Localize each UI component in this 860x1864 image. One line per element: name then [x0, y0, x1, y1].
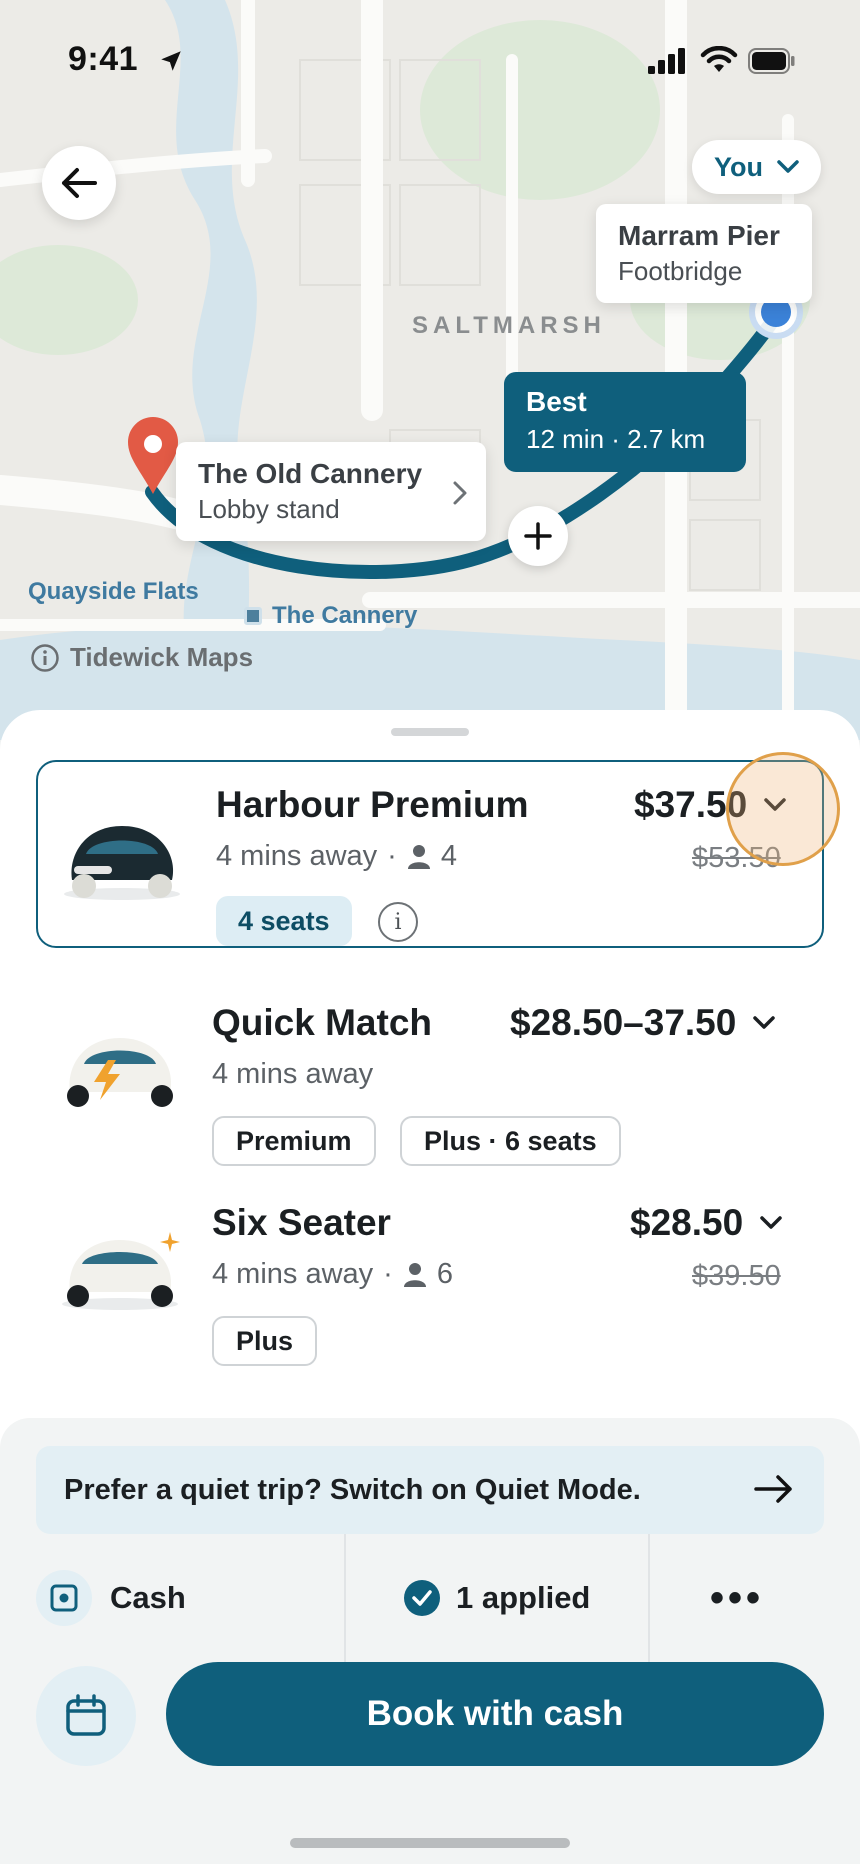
add-stop-button[interactable] — [508, 506, 568, 566]
schedule-ride-button[interactable] — [36, 1666, 136, 1766]
ride-price: $28.50 — [630, 1202, 744, 1243]
destination-detail: Footbridge — [618, 256, 743, 286]
ride-name: Quick Match — [212, 1002, 432, 1043]
ride-name: Harbour Premium — [216, 784, 529, 825]
payment-method-button[interactable]: Cash — [36, 1534, 186, 1662]
status-time: 9:41 — [68, 40, 139, 78]
place-label-quayside: Quayside Flats — [28, 578, 199, 605]
chevron-down-icon — [753, 1016, 776, 1029]
pickup-name: The Old Cannery — [198, 458, 423, 489]
ride-capacity: 4 — [440, 840, 457, 872]
map-attribution-text: Tidewick Maps — [70, 642, 254, 672]
ride-tag: 4 seats — [216, 896, 352, 946]
ride-tag: Premium — [212, 1116, 376, 1166]
ride-option-six-seater[interactable]: Six Seater 4 mins away · 6 $28.50 $39.50… — [36, 1200, 824, 1370]
arrow-left-icon — [62, 168, 97, 198]
tap-highlight — [726, 752, 840, 866]
book-button[interactable]: Book with cash — [166, 1662, 824, 1766]
ride-eta: 4 mins away — [212, 1258, 374, 1290]
ride-price-toggle[interactable]: $28.50–37.50 — [510, 1002, 776, 1044]
promo-button[interactable]: 1 applied — [404, 1534, 590, 1662]
destination-label[interactable]: Marram Pier Footbridge — [596, 204, 812, 303]
more-options-button[interactable]: ••• — [710, 1534, 764, 1662]
cash-icon — [36, 1570, 92, 1626]
chevron-right-icon — [453, 481, 467, 505]
rider-selector-label: You — [714, 151, 763, 182]
ride-price-toggle[interactable]: $28.50 — [630, 1202, 783, 1244]
premium-car-icon — [64, 826, 180, 900]
status-bar: 9:41 — [0, 0, 860, 120]
person-icon — [403, 1262, 426, 1287]
calendar-icon — [66, 1694, 106, 1736]
destination-name: Marram Pier — [618, 220, 780, 251]
pickup-label[interactable]: The Old Cannery Lobby stand — [176, 442, 486, 541]
check-circle-icon — [404, 1580, 440, 1616]
ride-info-icon[interactable]: i — [378, 902, 418, 942]
payment-options-row: Cash 1 applied ••• — [0, 1534, 860, 1662]
ride-eta: 4 mins away — [216, 840, 378, 872]
divider — [344, 1534, 346, 1662]
ride-tag: Plus — [212, 1316, 318, 1366]
sheet-grabber[interactable] — [391, 728, 469, 736]
rider-selector[interactable]: You — [692, 140, 821, 194]
separator-dot: · — [387, 840, 397, 872]
ride-option-harbour-premium[interactable]: Harbour Premium 4 mins away · 4 $37.50 $… — [36, 760, 824, 948]
quiet-mode-text: Prefer a quiet trip? Switch on Quiet Mod… — [64, 1473, 641, 1506]
more-icon: ••• — [710, 1575, 765, 1620]
ride-name: Six Seater — [212, 1202, 391, 1243]
ride-capacity: 6 — [436, 1258, 453, 1290]
transit-stop-icon — [244, 607, 262, 625]
home-indicator — [290, 1838, 570, 1848]
electric-car-icon — [67, 1038, 173, 1107]
district-label: SALTMARSH — [412, 312, 606, 339]
ride-eta-text: 4 mins away — [212, 1058, 374, 1090]
cannery-stop-label: The Cannery — [272, 602, 418, 629]
plus-icon — [524, 522, 552, 550]
map-view[interactable]: 9:41 You Marram Pier Footbridge The Old … — [0, 0, 860, 740]
location-arrow-icon — [161, 51, 181, 71]
map-attribution[interactable]: Tidewick Maps — [30, 642, 253, 673]
place-label-cannery[interactable]: The Cannery — [244, 602, 417, 630]
ride-original-price: $39.50 — [692, 1260, 781, 1292]
quiet-mode-banner[interactable]: Prefer a quiet trip? Switch on Quiet Mod… — [36, 1446, 824, 1534]
payment-method-label: Cash — [110, 1580, 186, 1615]
promo-applied-label: 1 applied — [456, 1580, 591, 1615]
ride-price: $28.50–37.50 — [510, 1002, 737, 1043]
route-best-label: Best — [526, 386, 587, 417]
person-icon — [407, 844, 430, 869]
wifi-icon — [700, 46, 738, 72]
chevron-down-icon — [760, 1216, 782, 1229]
checkout-panel: Prefer a quiet trip? Switch on Quiet Mod… — [0, 1418, 860, 1864]
ride-eta-capacity: 4 mins away · 4 — [216, 840, 457, 873]
battery-icon — [748, 48, 795, 74]
divider — [648, 1534, 650, 1662]
route-summary-card[interactable]: Best 12 min · 2.7 km — [504, 372, 746, 472]
ride-option-quick-match[interactable]: Quick Match 4 mins away $28.50–37.50 Pre… — [36, 1000, 824, 1170]
separator-dot: · — [383, 1258, 393, 1290]
cellular-signal-icon — [648, 48, 685, 74]
route-best-detail: 12 min · 2.7 km — [526, 424, 706, 454]
ride-eta-capacity: 4 mins away · 6 — [212, 1258, 453, 1291]
van-icon — [62, 1232, 180, 1310]
back-button[interactable] — [42, 146, 116, 220]
arrow-right-icon — [754, 1475, 792, 1503]
ride-tag: Plus · 6 seats — [400, 1116, 621, 1166]
info-icon — [31, 643, 59, 672]
pickup-detail: Lobby stand — [198, 494, 340, 524]
ride-eta: 4 mins away — [212, 1058, 373, 1091]
chevron-down-icon — [777, 160, 799, 173]
